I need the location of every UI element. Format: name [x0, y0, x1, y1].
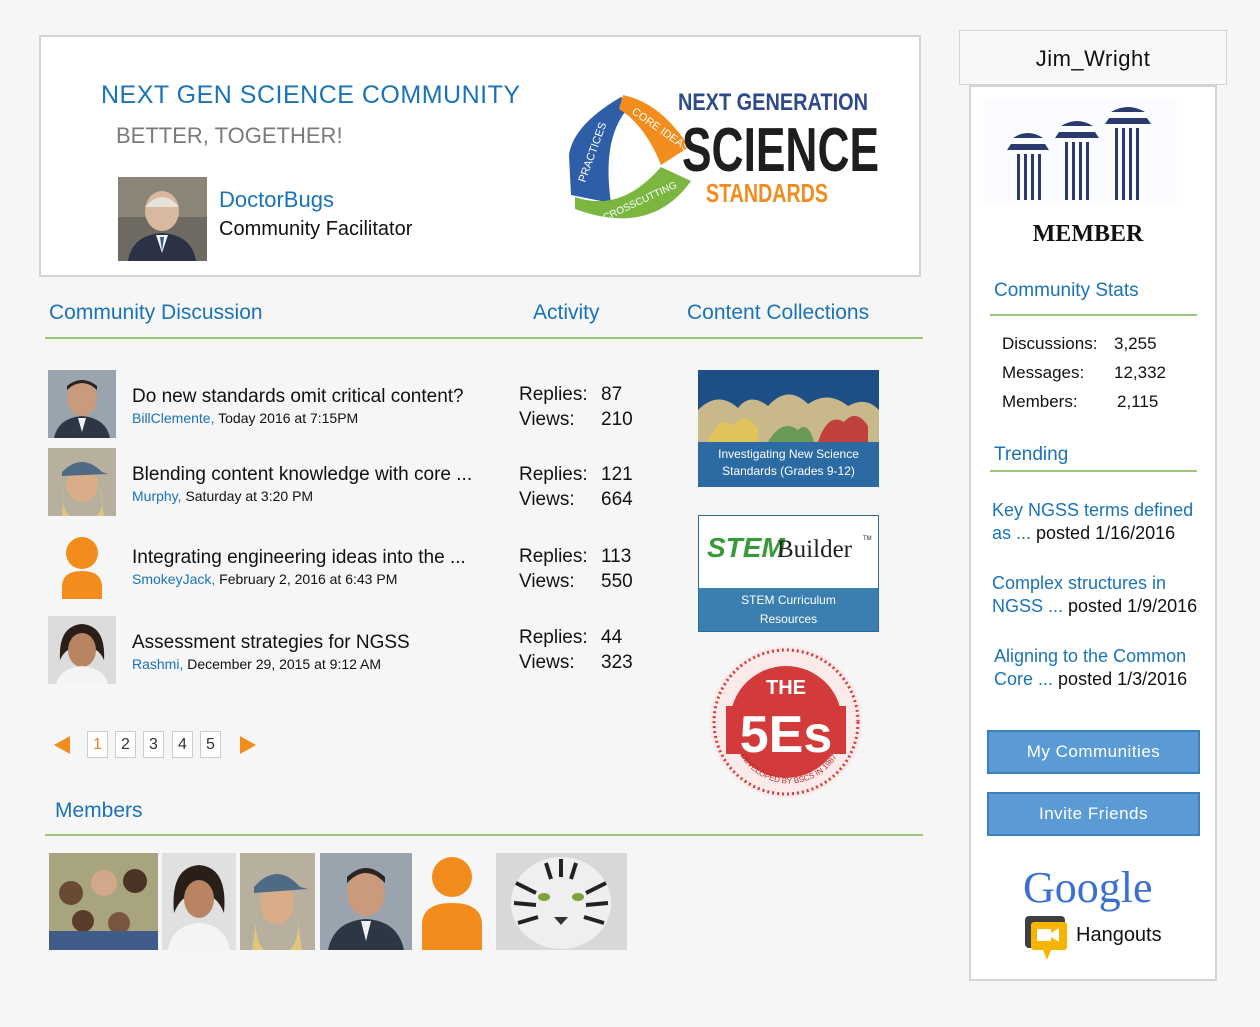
replies-count: Replies: 87 — [519, 384, 623, 405]
facilitator-name[interactable]: DoctorBugs — [219, 187, 334, 213]
discussion-title[interactable]: Assessment strategies for NGSS — [132, 632, 410, 654]
discussion-author[interactable]: SmokeyJack, — [132, 571, 215, 587]
discussion-author[interactable]: BillClemente, — [132, 410, 214, 426]
discussion-meta: Rashmi, December 29, 2015 at 9:12 AM — [132, 656, 381, 672]
page-5-button[interactable]: 5 — [200, 731, 221, 758]
trending-item[interactable]: Key NGSS terms defined as ... posted 1/1… — [992, 499, 1212, 545]
ngss-line3: STANDARDS — [706, 178, 828, 208]
collection-caption-line2: Resources — [759, 612, 818, 626]
views-count: Views: 550 — [519, 571, 633, 592]
ngss-logo: PRACTICES CORE IDEAS CROSSCUTTING NEXT G… — [569, 89, 879, 224]
discussion-meta: BillClemente, Today 2016 at 7:15PM — [132, 410, 358, 426]
invite-friends-button[interactable]: Invite Friends — [987, 792, 1200, 836]
default-avatar-icon[interactable] — [416, 853, 488, 950]
content-collections-heading: Content Collections — [687, 301, 870, 324]
hangouts-label: Hangouts — [1076, 924, 1162, 946]
discussion-time: Saturday at 3:20 PM — [185, 488, 314, 504]
community-tagline: BETTER, TOGETHER! — [116, 123, 343, 148]
member-pillars-icon — [983, 98, 1177, 204]
member-avatar[interactable] — [320, 853, 412, 950]
discussion-time: Today 2016 at 7:15PM — [218, 410, 359, 426]
replies-count: Replies: 121 — [519, 464, 633, 485]
user-avatar[interactable] — [48, 370, 116, 438]
google-hangouts-button[interactable]: Google Hangouts — [1021, 862, 1181, 972]
views-count: Views: 323 — [519, 652, 633, 673]
discussion-author[interactable]: Murphy, — [132, 488, 182, 504]
facilitator-role: Community Facilitator — [219, 218, 413, 240]
trademark-text: TM — [863, 536, 872, 542]
discussion-meta: SmokeyJack, February 2, 2016 at 6:43 PM — [132, 571, 397, 587]
members-heading: Members — [55, 799, 143, 822]
trending-date: posted 1/9/2016 — [1068, 596, 1198, 616]
stem-logo-text: STEM — [707, 532, 785, 563]
discussion-time: December 29, 2015 at 9:12 AM — [187, 656, 382, 672]
trending-divider — [990, 470, 1197, 472]
hangouts-icon — [1025, 916, 1067, 960]
username-tab[interactable]: Jim_Wright — [959, 30, 1227, 85]
member-avatar[interactable] — [162, 853, 236, 950]
collection-card-science-standards[interactable]: Investigating New Science Standards (Gra… — [698, 370, 879, 487]
trending-item[interactable]: Aligning to the Common Core ... posted 1… — [994, 645, 1214, 691]
trending-date: posted 1/16/2016 — [1036, 523, 1176, 543]
member-badge-label: MEMBER — [1032, 221, 1144, 247]
collection-card-stem-builder[interactable]: STEM Builder TM STEM Curriculum Resource… — [698, 515, 879, 632]
section-divider — [45, 337, 923, 339]
member-avatar[interactable] — [240, 853, 315, 950]
user-avatar[interactable] — [48, 616, 116, 684]
stats-divider — [990, 314, 1197, 316]
page-2-button[interactable]: 2 — [115, 731, 136, 758]
trending-date: posted 1/3/2016 — [1058, 669, 1188, 689]
stat-discussions: Discussions: 3,255 — [1002, 334, 1157, 353]
discussion-title[interactable]: Integrating engineering ideas into the .… — [132, 547, 466, 569]
replies-count: Replies: 113 — [519, 546, 632, 567]
replies-count: Replies: 44 — [519, 627, 623, 648]
5es-top-text: THE — [766, 677, 806, 699]
community-discussion-heading: Community Discussion — [49, 301, 263, 324]
discussion-title[interactable]: Do new standards omit critical content? — [132, 386, 464, 408]
builder-logo-text: Builder — [777, 536, 852, 563]
collection-card-5es[interactable]: THE 5Es DEVELOPED BY BSCS IN 1987 — [706, 642, 866, 802]
collection-caption-line2: Standards (Grades 9-12) — [722, 464, 855, 478]
community-title: NEXT GEN SCIENCE COMMUNITY — [101, 81, 521, 109]
views-count: Views: 210 — [519, 409, 633, 430]
facilitator-avatar[interactable] — [118, 177, 207, 261]
ngss-line2: SCIENCE — [682, 116, 879, 185]
page-4-button[interactable]: 4 — [172, 731, 193, 758]
community-header: NEXT GEN SCIENCE COMMUNITY BETTER, TOGET… — [39, 35, 921, 277]
prev-page-icon[interactable] — [52, 734, 72, 756]
google-logo: Google — [1023, 863, 1153, 912]
next-page-icon[interactable] — [238, 734, 258, 756]
5es-main-text: 5Es — [740, 706, 833, 764]
community-stats-heading: Community Stats — [994, 280, 1139, 301]
member-avatar[interactable] — [49, 853, 158, 950]
activity-heading: Activity — [533, 301, 600, 324]
trending-heading: Trending — [994, 444, 1069, 465]
user-avatar[interactable] — [48, 448, 116, 516]
my-communities-button[interactable]: My Communities — [987, 730, 1200, 774]
default-avatar-icon[interactable] — [48, 531, 116, 599]
stem-builder-logo: STEM Builder TM — [699, 516, 878, 588]
trending-item[interactable]: Complex structures in NGSS ... posted 1/… — [992, 572, 1212, 618]
members-divider — [45, 834, 923, 836]
discussion-meta: Murphy, Saturday at 3:20 PM — [132, 488, 313, 504]
discussion-author[interactable]: Rashmi, — [132, 656, 183, 672]
page-3-button[interactable]: 3 — [143, 731, 164, 758]
collection-caption-line1: Investigating New Science — [718, 447, 859, 461]
discussion-title[interactable]: Blending content knowledge with core ... — [132, 464, 472, 486]
stat-members: Members: 2,115 — [1002, 392, 1159, 411]
ngss-line1: NEXT GENERATION — [678, 89, 868, 116]
stat-messages: Messages: 12,332 — [1002, 363, 1166, 382]
collection-caption-line1: STEM Curriculum — [741, 593, 836, 607]
member-avatar-tiger[interactable] — [496, 853, 627, 950]
discussion-time: February 2, 2016 at 6:43 PM — [219, 571, 398, 587]
coral-reef-image — [698, 370, 879, 442]
page-1-button[interactable]: 1 — [87, 731, 108, 758]
views-count: Views: 664 — [519, 489, 633, 510]
